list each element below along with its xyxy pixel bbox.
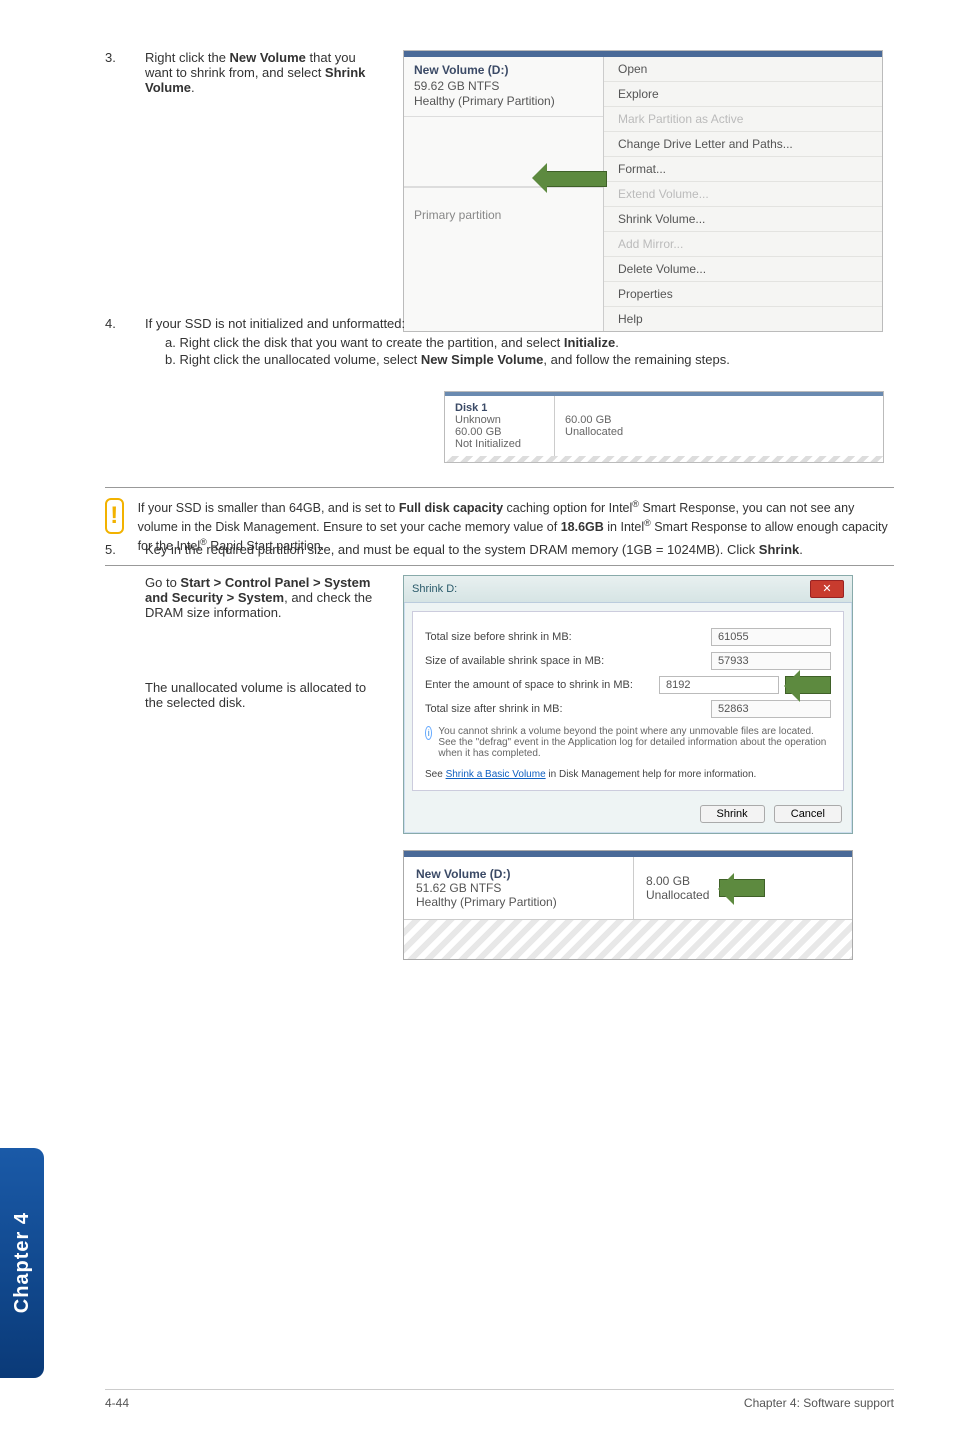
shrink-button[interactable]: Shrink: [700, 805, 765, 823]
arrow-icon: [719, 879, 765, 897]
step-4-text: If your SSD is not initialized and unfor…: [145, 316, 894, 331]
txt-bold: New Simple Volume: [421, 352, 544, 367]
txt: Go to: [145, 575, 180, 590]
reg-mark: ®: [632, 499, 639, 509]
txt: Key in the required partition size, and …: [145, 542, 759, 557]
dialog-title: Shrink D:: [412, 583, 457, 595]
txt-bold: New Volume: [230, 50, 306, 65]
txt: in Intel: [604, 520, 644, 534]
info-icon: i: [425, 726, 432, 740]
value-total-before: 61055: [711, 628, 831, 646]
menu-mark-partition: Mark Partition as Active: [604, 107, 882, 132]
disk1-screenshot: Disk 1 Unknown 60.00 GB Not Initialized …: [444, 391, 884, 463]
txt: .: [191, 80, 195, 95]
menu-change-drive-letter[interactable]: Change Drive Letter and Paths...: [604, 132, 882, 157]
step-5-text: Key in the required partition size, and …: [145, 542, 894, 557]
chapter-tab: Chapter 4: [0, 1148, 44, 1378]
disk1-right-size: 60.00 GB: [565, 414, 611, 426]
nv-status: Healthy (Primary Partition): [416, 895, 557, 909]
step-3-number: 3.: [105, 50, 145, 95]
nv-unalloc-label: Unallocated: [646, 888, 709, 902]
unallocated-note: The unallocated volume is allocated to t…: [145, 680, 385, 710]
txt: , and follow the remaining steps.: [543, 352, 729, 367]
txt-bold: Shrink: [759, 542, 799, 557]
nv-unalloc-size: 8.00 GB: [646, 874, 690, 888]
disk1-size: 60.00 GB: [455, 426, 501, 438]
txt: .: [615, 335, 619, 350]
value-available: 57933: [711, 652, 831, 670]
nv-title: New Volume (D:): [416, 867, 510, 881]
volume-size: 59.62 GB NTFS: [414, 79, 499, 93]
footer-chapter: Chapter 4: Software support: [744, 1396, 894, 1410]
menu-add-mirror: Add Mirror...: [604, 232, 882, 257]
label-enter-amount: Enter the amount of space to shrink in M…: [425, 679, 633, 691]
step-3-text: Right click the New Volume that you want…: [145, 50, 385, 95]
txt-bold: 18.6GB: [561, 520, 604, 534]
new-volume-screenshot: New Volume (D:) 51.62 GB NTFS Healthy (P…: [403, 850, 853, 960]
label-available: Size of available shrink space in MB:: [425, 655, 604, 667]
txt: .: [799, 542, 803, 557]
txt: b. Right click the unallocated volume, s…: [165, 352, 421, 367]
info-text: You cannot shrink a volume beyond the po…: [438, 726, 831, 759]
disk1-unknown: Unknown: [455, 414, 501, 426]
txt: If your SSD is smaller than 64GB, and is…: [138, 501, 399, 515]
value-total-after: 52863: [711, 700, 831, 718]
chapter-tab-label: Chapter 4: [11, 1212, 34, 1313]
reg-mark: ®: [644, 518, 651, 528]
input-shrink-amount[interactable]: 8192: [659, 676, 779, 694]
menu-extend-volume: Extend Volume...: [604, 182, 882, 207]
step-5-number: 5.: [105, 542, 145, 557]
txt-bold: Full disk capacity: [399, 501, 503, 515]
disk1-title: Disk 1: [455, 402, 487, 414]
primary-partition-label: Primary partition: [404, 187, 603, 227]
close-icon[interactable]: ✕: [810, 580, 844, 598]
txt: Right click the: [145, 50, 230, 65]
context-menu-screenshot: New Volume (D:) 59.62 GB NTFS Healthy (P…: [403, 50, 883, 332]
txt: in Disk Management help for more informa…: [546, 769, 757, 780]
goto-control-panel: Go to Start > Control Panel > System and…: [145, 575, 385, 620]
nv-size: 51.62 GB NTFS: [416, 881, 501, 895]
menu-delete-volume[interactable]: Delete Volume...: [604, 257, 882, 282]
cancel-button[interactable]: Cancel: [774, 805, 842, 823]
txt: a. Right click the disk that you want to…: [165, 335, 564, 350]
menu-open[interactable]: Open: [604, 57, 882, 82]
menu-format[interactable]: Format...: [604, 157, 882, 182]
step-4a: a. Right click the disk that you want to…: [165, 335, 894, 350]
warning-icon: !: [105, 498, 124, 534]
menu-shrink-volume[interactable]: Shrink Volume...: [604, 207, 882, 232]
txt: caching option for Intel: [503, 501, 632, 515]
label-total-before: Total size before shrink in MB:: [425, 631, 572, 643]
page-number: 4-44: [105, 1396, 129, 1410]
volume-title: New Volume (D:): [414, 63, 508, 77]
step-4b: b. Right click the unallocated volume, s…: [165, 352, 894, 367]
volume-status: Healthy (Primary Partition): [414, 94, 555, 108]
menu-properties[interactable]: Properties: [604, 282, 882, 307]
disk1-unallocated: Unallocated: [565, 426, 623, 438]
disk1-status: Not Initialized: [455, 438, 521, 450]
label-total-after: Total size after shrink in MB:: [425, 703, 563, 715]
arrow-icon: [785, 676, 831, 694]
shrink-dialog: Shrink D: ✕ Total size before shrink in …: [403, 575, 853, 834]
menu-explore[interactable]: Explore: [604, 82, 882, 107]
txt: See: [425, 769, 446, 780]
txt-bold: Initialize: [564, 335, 615, 350]
step-4-number: 4.: [105, 316, 145, 369]
link-shrink-help[interactable]: Shrink a Basic Volume: [446, 769, 546, 780]
